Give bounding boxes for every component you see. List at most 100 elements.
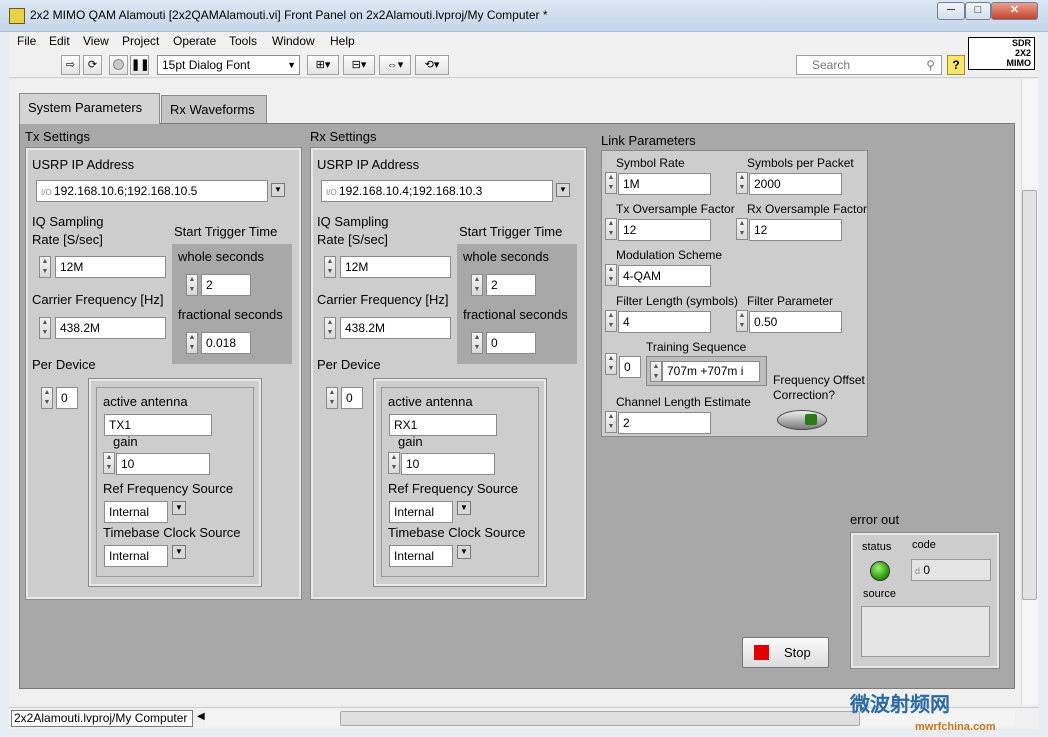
tx-frac-spinner[interactable]: ▲ ▼ xyxy=(186,332,198,354)
maximize-button[interactable]: □ xyxy=(965,2,991,20)
abort-icon[interactable] xyxy=(109,55,128,75)
menu-file[interactable]: File xyxy=(17,34,36,48)
tx-whole-spinner[interactable]: ▲ ▼ xyxy=(186,274,198,296)
rx-gain-spinner[interactable]: ▲ ▼ xyxy=(388,452,400,474)
tx-usrp-dropdown-icon[interactable]: ▼ xyxy=(271,183,285,197)
search-icon[interactable]: ⚲ xyxy=(926,56,935,74)
align-objects-icon[interactable]: ⊞▾ xyxy=(307,55,339,75)
menu-window[interactable]: Window xyxy=(272,34,315,48)
tab-system-parameters[interactable]: System Parameters xyxy=(19,93,160,124)
menu-project[interactable]: Project xyxy=(122,34,159,48)
pause-icon[interactable]: ❚❚ xyxy=(130,55,149,75)
rx-carrier-field[interactable]: 438.2M xyxy=(340,317,451,339)
rx-usrp-dropdown-icon[interactable]: ▼ xyxy=(556,183,570,197)
training-index-spinner[interactable]: ▲ ▼ xyxy=(605,353,617,375)
rx-timebase-dropdown-icon[interactable]: ▼ xyxy=(457,545,471,559)
error-code-value: 0 xyxy=(923,563,931,577)
tx-antenna-field[interactable]: TX1 xyxy=(104,414,212,436)
run-continuously-icon[interactable]: ⟳ xyxy=(83,55,102,75)
menu-bar xyxy=(9,32,1039,52)
tx-index-field[interactable]: 0 xyxy=(56,387,78,409)
horizontal-scroll-thumb[interactable] xyxy=(340,711,860,726)
channel-length-spinner[interactable]: ▲ ▼ xyxy=(605,411,617,433)
symbol-rate-field[interactable]: 1M xyxy=(618,173,711,195)
filter-length-field[interactable]: 4 xyxy=(618,311,711,333)
rx-iq-field[interactable]: 12M xyxy=(340,256,451,278)
scroll-left-icon[interactable]: ◀ xyxy=(197,711,205,722)
tx-carrier-field[interactable]: 438.2M xyxy=(55,317,166,339)
run-arrow-icon[interactable]: ⇨ xyxy=(61,55,80,75)
rx-frac-spinner[interactable]: ▲ ▼ xyxy=(471,332,483,354)
symbols-per-packet-spinner[interactable]: ▲ ▼ xyxy=(736,172,748,194)
menu-view[interactable]: View xyxy=(83,34,109,48)
tx-ref-field[interactable]: Internal xyxy=(104,501,168,523)
project-path: 2x2Alamouti.lvproj/My Computer xyxy=(11,710,193,727)
context-help-button[interactable]: ? xyxy=(947,55,965,75)
training-value-spinner[interactable]: ▲ ▼ xyxy=(650,361,662,382)
filter-parameter-field[interactable]: 0.50 xyxy=(749,311,842,333)
tx-whole-field[interactable]: 2 xyxy=(201,274,251,296)
rx-ref-field[interactable]: Internal xyxy=(389,501,453,523)
frequency-offset-toggle[interactable] xyxy=(777,410,827,430)
rx-carrier-spinner[interactable]: ▲ ▼ xyxy=(324,317,336,339)
rx-index-field[interactable]: 0 xyxy=(341,387,363,409)
resize-objects-icon[interactable]: ⇔▾ xyxy=(379,55,411,75)
tx-oversample-field[interactable]: 12 xyxy=(618,219,711,241)
rx-whole-field[interactable]: 2 xyxy=(486,274,536,296)
tx-usrp-ip-value: 192.168.10.6;192.168.10.5 xyxy=(53,184,198,198)
rx-index-spinner[interactable]: ▲ ▼ xyxy=(326,387,338,409)
training-value-field[interactable]: 707m +707m i xyxy=(662,361,760,382)
tx-gain-label: gain xyxy=(113,434,138,449)
symbols-per-packet-field[interactable]: 2000 xyxy=(749,173,842,195)
channel-length-field[interactable]: 2 xyxy=(618,412,711,434)
rx-antenna-field[interactable]: RX1 xyxy=(389,414,497,436)
rx-usrp-ip-field[interactable]: I/O 192.168.10.4;192.168.10.3 xyxy=(321,180,553,202)
menu-help[interactable]: Help xyxy=(330,34,355,48)
reorder-icon[interactable]: ⟲▾ xyxy=(415,55,449,75)
tx-ref-label: Ref Frequency Source xyxy=(103,481,234,496)
rx-frac-field[interactable]: 0 xyxy=(486,332,536,354)
tx-index-spinner[interactable]: ▲ ▼ xyxy=(41,387,53,409)
rx-whole-spinner[interactable]: ▲ ▼ xyxy=(471,274,483,296)
distribute-objects-icon[interactable]: ⊟▾ xyxy=(343,55,375,75)
font-selector[interactable]: 15pt Dialog Font ▼ xyxy=(157,55,300,75)
search-input[interactable]: Search ⚲ xyxy=(796,55,942,75)
filter-length-spinner[interactable]: ▲ ▼ xyxy=(605,310,617,332)
tx-timebase-dropdown-icon[interactable]: ▼ xyxy=(172,545,186,559)
modulation-field[interactable]: 4-QAM xyxy=(618,265,711,287)
tx-iq-field[interactable]: 12M xyxy=(55,256,166,278)
tab-rx-waveforms[interactable]: Rx Waveforms xyxy=(161,95,267,123)
filter-length-label: Filter Length (symbols) xyxy=(616,294,739,308)
tx-frac-field[interactable]: 0.018 xyxy=(201,332,251,354)
tx-ref-dropdown-icon[interactable]: ▼ xyxy=(172,501,186,515)
minimize-button[interactable]: ─ xyxy=(937,2,965,20)
filter-parameter-spinner[interactable]: ▲ ▼ xyxy=(736,310,748,332)
menu-tools[interactable]: Tools xyxy=(229,34,257,48)
rx-iq-spinner[interactable]: ▲ ▼ xyxy=(324,256,336,278)
tx-iq-spinner[interactable]: ▲ ▼ xyxy=(39,256,51,278)
tx-oversample-spinner[interactable]: ▲ ▼ xyxy=(605,218,617,240)
tx-timebase-field[interactable]: Internal xyxy=(104,545,168,567)
toggle-led-icon xyxy=(805,414,817,425)
tx-gain-field[interactable]: 10 xyxy=(116,453,210,475)
menu-edit[interactable]: Edit xyxy=(49,34,70,48)
tx-settings-title: Tx Settings xyxy=(25,129,91,144)
error-code-label: code xyxy=(912,539,936,551)
vertical-scroll-thumb[interactable] xyxy=(1022,190,1037,600)
rx-timebase-field[interactable]: Internal xyxy=(389,545,453,567)
tx-per-device-label: Per Device xyxy=(32,357,96,372)
symbol-rate-spinner[interactable]: ▲ ▼ xyxy=(605,172,617,194)
tx-gain-spinner[interactable]: ▲ ▼ xyxy=(103,452,115,474)
rx-gain-field[interactable]: 10 xyxy=(401,453,495,475)
modulation-spinner[interactable]: ▲ ▼ xyxy=(605,264,617,286)
error-source-label: source xyxy=(863,588,897,600)
tx-carrier-spinner[interactable]: ▲ ▼ xyxy=(39,317,51,339)
tx-usrp-ip-field[interactable]: I/O 192.168.10.6;192.168.10.5 xyxy=(36,180,268,202)
rx-ref-dropdown-icon[interactable]: ▼ xyxy=(457,501,471,515)
rx-oversample-field[interactable]: 12 xyxy=(749,219,842,241)
rx-oversample-spinner[interactable]: ▲ ▼ xyxy=(736,218,748,240)
menu-operate[interactable]: Operate xyxy=(173,34,216,48)
foc-label-2: Correction? xyxy=(773,388,836,402)
training-index-field[interactable]: 0 xyxy=(619,356,641,378)
close-button[interactable]: ✕ xyxy=(991,2,1038,20)
